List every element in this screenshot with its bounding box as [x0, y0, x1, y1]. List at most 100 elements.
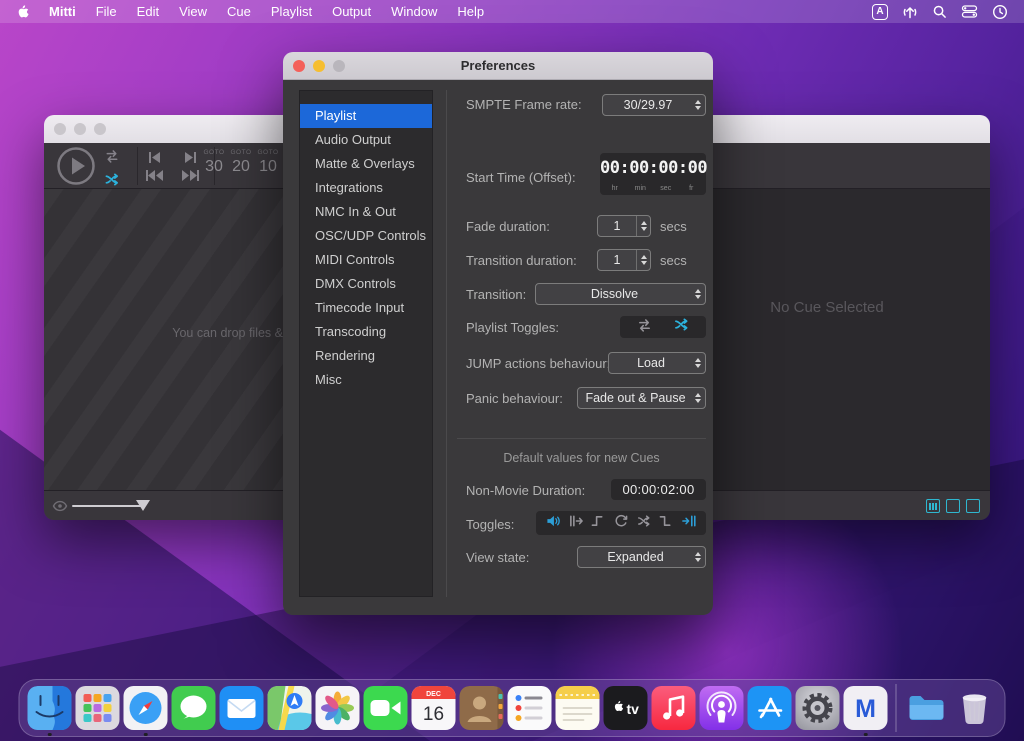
preferences-sidebar: Playlist Audio Output Matte & Overlays I… [299, 90, 433, 597]
view-waveform-button[interactable] [926, 499, 940, 513]
shuffle-toggle-icon[interactable] [672, 317, 691, 337]
play-through-toggle-icon[interactable] [568, 514, 584, 533]
transition-duration-value: 1 [598, 253, 636, 267]
view-state-label: View state: [466, 550, 529, 565]
menu-item-view[interactable]: View [169, 4, 217, 19]
menu-item-help[interactable]: Help [447, 4, 494, 19]
menu-item-window[interactable]: Window [381, 4, 447, 19]
dock-system-preferences-icon[interactable] [796, 686, 840, 730]
next-cue-button[interactable] [182, 151, 199, 169]
sidebar-item-matte-overlays[interactable]: Matte & Overlays [300, 152, 432, 176]
go-to-end-button[interactable] [180, 169, 201, 187]
dock-finder-icon[interactable] [28, 686, 72, 730]
dock-tv-icon[interactable]: tv [604, 686, 648, 730]
panic-behaviour-dropdown[interactable]: Fade out & Pause [577, 387, 706, 409]
sidebar-item-midi[interactable]: MIDI Controls [300, 248, 432, 272]
pause-at-end-toggle-icon[interactable] [681, 514, 697, 533]
view-list-button[interactable] [946, 499, 960, 513]
sidebar-item-timecode-input[interactable]: Timecode Input [300, 296, 432, 320]
playlist-toggles-label: Playlist Toggles: [466, 320, 559, 335]
antenna-icon[interactable] [902, 4, 918, 20]
menu-item-output[interactable]: Output [322, 4, 381, 19]
dock-music-icon[interactable] [652, 686, 696, 730]
dock-reminders-icon[interactable] [508, 686, 552, 730]
loop-toggle-icon[interactable] [613, 514, 629, 533]
jump-behaviour-dropdown[interactable]: Load [608, 352, 706, 374]
dock-photos-icon[interactable] [316, 686, 360, 730]
audio-toggle-icon[interactable] [545, 514, 561, 533]
goto-20-button[interactable]: GOTO 20 [228, 149, 254, 176]
dock-appstore-icon[interactable] [748, 686, 792, 730]
dock-calendar-icon[interactable]: DEC16 [412, 686, 456, 730]
play-button[interactable] [56, 146, 96, 191]
sidebar-item-rendering[interactable]: Rendering [300, 344, 432, 368]
dock-safari-icon[interactable] [124, 686, 168, 730]
goto-30-button[interactable]: GOTO 30 [201, 149, 227, 176]
clock-icon[interactable] [992, 4, 1008, 20]
spotlight-search-icon[interactable] [932, 4, 947, 19]
zoom-slider-thumb[interactable] [136, 500, 150, 511]
prev-cue-button[interactable] [146, 151, 163, 169]
menu-item-cue[interactable]: Cue [217, 4, 261, 19]
fade-in-toggle-icon[interactable] [590, 514, 606, 533]
close-button[interactable] [293, 60, 305, 72]
input-source-icon[interactable]: A [872, 4, 888, 20]
dropdown-arrows-icon [693, 289, 705, 299]
transition-value: Dissolve [536, 287, 693, 301]
view-state-dropdown[interactable]: Expanded [577, 546, 706, 568]
non-movie-duration-field[interactable]: 00:00:02:00 [611, 479, 706, 500]
fade-duration-stepper[interactable]: 1 [597, 215, 651, 237]
menu-item-app[interactable]: Mitti [39, 4, 86, 19]
minimize-button[interactable] [313, 60, 325, 72]
playlist-loop-toggle[interactable] [102, 148, 122, 168]
dock-downloads-folder-icon[interactable] [905, 686, 949, 730]
start-time-timecode-field[interactable]: 00:00:00:00 hr min sec fr [600, 153, 706, 195]
goto-label: GOTO [201, 149, 227, 156]
dock-messages-icon[interactable] [172, 686, 216, 730]
stepper-arrows-icon[interactable] [636, 250, 650, 270]
dock-podcasts-icon[interactable] [700, 686, 744, 730]
repeat-toggle-icon[interactable] [635, 317, 654, 337]
sidebar-item-playlist[interactable]: Playlist [300, 104, 432, 128]
stepper-arrows-icon[interactable] [636, 216, 650, 236]
sidebar-item-misc[interactable]: Misc [300, 368, 432, 392]
crossfade-toggle-icon[interactable] [636, 514, 652, 533]
sidebar-item-transcoding[interactable]: Transcoding [300, 320, 432, 344]
dock-maps-icon[interactable] [268, 686, 312, 730]
preferences-titlebar[interactable]: Preferences [283, 52, 713, 80]
minimize-button[interactable] [74, 123, 86, 135]
control-center-icon[interactable] [961, 4, 978, 19]
dock-facetime-icon[interactable] [364, 686, 408, 730]
dock-launchpad-icon[interactable] [76, 686, 120, 730]
playlist-toggles-group [620, 316, 706, 338]
smpte-dropdown[interactable]: 30/29.97 [602, 94, 706, 116]
goto-10-button[interactable]: GOTO 10 [255, 149, 281, 176]
menu-item-edit[interactable]: Edit [127, 4, 169, 19]
sidebar-item-nmc-in-out[interactable]: NMC In & Out [300, 200, 432, 224]
go-to-start-button[interactable] [144, 169, 165, 187]
apple-menu[interactable] [0, 3, 39, 20]
smpte-value: 30/29.97 [603, 98, 693, 112]
zoom-slider-track[interactable] [72, 505, 142, 507]
dock-mitti-icon[interactable]: M [844, 686, 888, 730]
dock-contacts-icon[interactable] [460, 686, 504, 730]
dock-notes-icon[interactable] [556, 686, 600, 730]
apple-icon [14, 3, 29, 20]
zoom-button[interactable] [94, 123, 106, 135]
cue-toggles-group [536, 511, 706, 535]
preferences-window: Preferences Playlist Audio Output Matte … [283, 52, 713, 615]
close-button[interactable] [54, 123, 66, 135]
sidebar-item-audio-output[interactable]: Audio Output [300, 128, 432, 152]
sidebar-item-osc-udp[interactable]: OSC/UDP Controls [300, 224, 432, 248]
transition-dropdown[interactable]: Dissolve [535, 283, 706, 305]
sidebar-item-dmx[interactable]: DMX Controls [300, 272, 432, 296]
dock-trash-icon[interactable] [953, 686, 997, 730]
menu-item-playlist[interactable]: Playlist [261, 4, 322, 19]
sidebar-item-integrations[interactable]: Integrations [300, 176, 432, 200]
eye-icon[interactable] [52, 499, 68, 518]
dock-mail-icon[interactable] [220, 686, 264, 730]
transition-duration-stepper[interactable]: 1 [597, 249, 651, 271]
fade-out-toggle-icon[interactable] [658, 514, 674, 533]
view-grid-button[interactable] [966, 499, 980, 513]
menu-item-file[interactable]: File [86, 4, 127, 19]
